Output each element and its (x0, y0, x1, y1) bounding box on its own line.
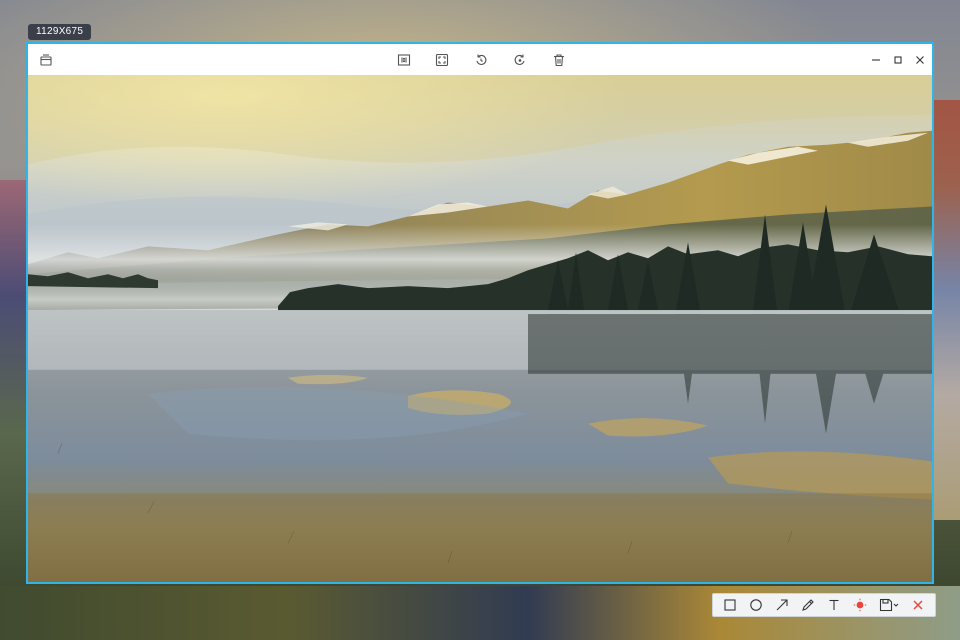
color-picker-icon[interactable] (849, 595, 871, 615)
actual-size-icon[interactable] (394, 50, 414, 70)
wallpaper-left-strip (0, 180, 27, 640)
captured-image[interactable] (28, 75, 932, 582)
rotate-left-icon[interactable] (471, 50, 491, 70)
annotation-toolbar (712, 593, 936, 617)
rectangle-icon[interactable] (719, 595, 741, 615)
fit-screen-icon[interactable] (432, 50, 452, 70)
maximize-icon[interactable] (888, 50, 908, 70)
save-icon[interactable] (875, 595, 903, 615)
landscape-photo (28, 75, 932, 582)
capture-size-badge: 1129X675 (28, 24, 92, 40)
ellipse-icon[interactable] (745, 595, 767, 615)
pen-icon[interactable] (797, 595, 819, 615)
arrow-icon[interactable] (771, 595, 793, 615)
rotate-right-icon[interactable] (510, 50, 530, 70)
capture-window[interactable] (26, 42, 934, 584)
capture-toolbar (28, 44, 932, 76)
text-icon[interactable] (823, 595, 845, 615)
minimize-icon[interactable] (866, 50, 886, 70)
cancel-icon[interactable] (907, 595, 929, 615)
pin-window-icon[interactable] (36, 50, 56, 70)
wallpaper-right-strip (934, 100, 960, 520)
close-icon[interactable] (910, 50, 930, 70)
delete-icon[interactable] (549, 50, 569, 70)
